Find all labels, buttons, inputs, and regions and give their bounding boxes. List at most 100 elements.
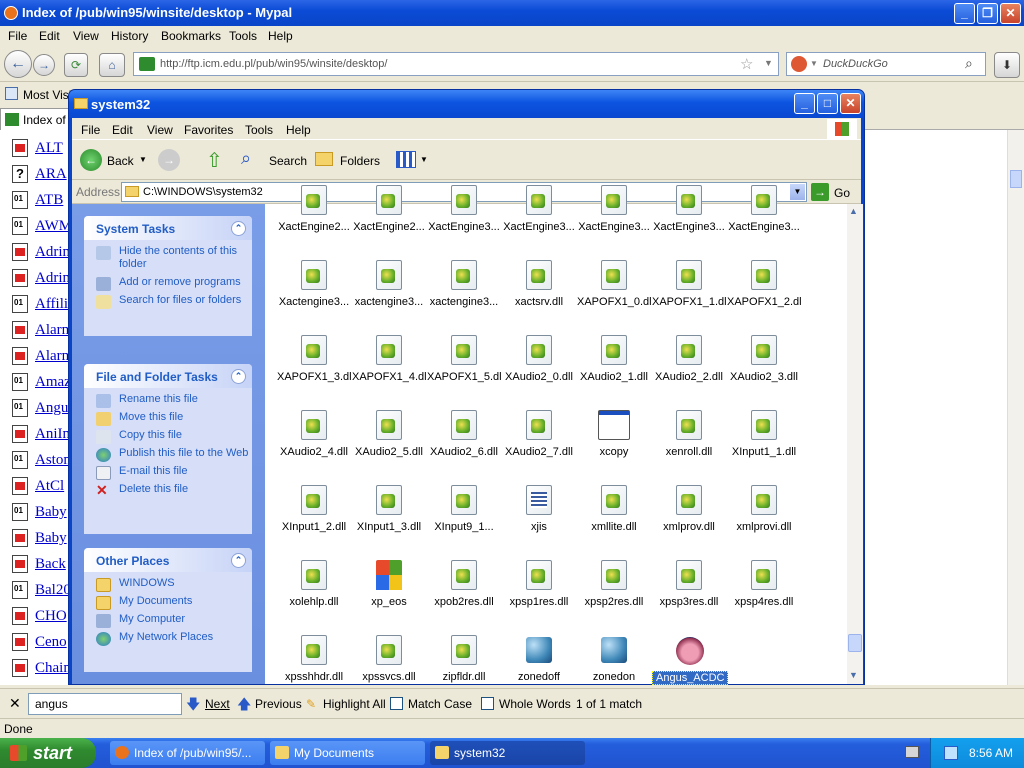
close-button[interactable]: ✕	[1000, 3, 1021, 24]
file-view-scrollbar[interactable]: ▲ ▼	[847, 204, 863, 684]
ex-menu-help[interactable]: Help	[286, 123, 311, 137]
menu-view[interactable]: View	[73, 29, 99, 43]
menu-edit[interactable]: Edit	[39, 29, 60, 43]
back-button[interactable]: Back	[107, 154, 134, 168]
file-item[interactable]: XAudio2_5.dll	[352, 410, 426, 458]
listing-link[interactable]: Back	[35, 556, 66, 573]
scroll-thumb[interactable]	[1010, 170, 1022, 188]
search-box[interactable]: ▼ DuckDuckGo ⌕	[786, 52, 986, 76]
file-item[interactable]: XAPOFX1_2.dll	[727, 260, 801, 308]
find-next-button[interactable]: Next	[205, 697, 230, 711]
file-item[interactable]: xpsp4res.dll	[727, 560, 801, 608]
file-item[interactable]: XactEngine3...	[727, 185, 801, 233]
explorer-maximize-button[interactable]: □	[817, 93, 838, 114]
forward-arrow-icon[interactable]: →	[33, 54, 55, 76]
file-item[interactable]: xolehlp.dll	[277, 560, 351, 608]
file-item[interactable]: xmlprov.dll	[652, 485, 726, 533]
listing-link[interactable]: AniIn	[35, 426, 70, 443]
file-item[interactable]: xactengine3...	[352, 260, 426, 308]
whole-words-checkbox[interactable]	[481, 697, 494, 710]
file-item[interactable]: xpsshhdr.dll	[277, 635, 351, 683]
back-icon[interactable]: ←	[80, 149, 102, 171]
bookmark-star-icon[interactable]: ☆	[740, 55, 753, 73]
find-input[interactable]: angus	[28, 693, 182, 715]
views-dropdown-icon[interactable]: ▼	[420, 155, 428, 164]
explorer-close-button[interactable]: ✕	[840, 93, 861, 114]
task-add-remove[interactable]: Add or remove programs	[84, 276, 252, 291]
menu-bookmarks[interactable]: Bookmarks	[161, 29, 221, 43]
listing-link[interactable]: ARA	[35, 166, 67, 183]
collapse-icon[interactable]: ⌃	[231, 369, 246, 384]
file-item[interactable]: XactEngine3...	[502, 185, 576, 233]
listing-link[interactable]: AtCl	[35, 478, 64, 495]
previous-arrow-icon[interactable]: 🡅	[237, 694, 251, 718]
keyboard-icon[interactable]	[905, 746, 919, 758]
file-item[interactable]: xpssvcs.dll	[352, 635, 426, 683]
file-scroll-thumb[interactable]	[848, 634, 862, 652]
tab-index[interactable]: Index of	[0, 108, 70, 130]
back-arrow-icon[interactable]: ←	[4, 50, 32, 78]
start-button[interactable]: start	[0, 738, 96, 768]
back-dropdown-icon[interactable]: ▼	[139, 155, 147, 164]
search-icon[interactable]: ⌕	[241, 148, 261, 168]
highlight-all-button[interactable]: Highlight All	[323, 697, 386, 711]
listing-link[interactable]: Bal20	[35, 582, 71, 599]
file-item[interactable]: xjis	[502, 485, 576, 533]
place-windows[interactable]: WINDOWS	[84, 577, 252, 592]
file-item[interactable]: XAudio2_7.dll	[502, 410, 576, 458]
system-tasks-header[interactable]: System Tasks ⌃	[84, 216, 252, 240]
file-item[interactable]: XAPOFX1_0.dll	[577, 260, 651, 308]
file-item[interactable]: XInput1_1.dll	[727, 410, 801, 458]
place-my-computer[interactable]: My Computer	[84, 613, 252, 628]
listing-link[interactable]: ALT	[35, 140, 63, 157]
go-button[interactable]: Go	[834, 186, 850, 200]
listing-link[interactable]: Aston	[35, 452, 71, 469]
taskbar-item-browser[interactable]: Index of /pub/win95/...	[110, 741, 265, 765]
file-item[interactable]: XactEngine3...	[427, 185, 501, 233]
menu-file[interactable]: File	[8, 29, 27, 43]
file-item[interactable]: XAudio2_1.dll	[577, 335, 651, 383]
task-copy[interactable]: Copy this file	[84, 429, 252, 444]
listing-link[interactable]: Amaz	[35, 374, 71, 391]
listing-link[interactable]: Adrin	[35, 270, 70, 287]
restore-button[interactable]: ❐	[977, 3, 998, 24]
file-item[interactable]: XactEngine3...	[577, 185, 651, 233]
task-hide-contents[interactable]: Hide the contents of this folder	[84, 245, 252, 271]
file-item[interactable]: zonedoff	[502, 635, 576, 683]
file-item[interactable]: XactEngine2...	[352, 185, 426, 233]
task-publish[interactable]: Publish this file to the Web	[84, 447, 252, 462]
file-item[interactable]: XactEngine2...	[277, 185, 351, 233]
ex-menu-favorites[interactable]: Favorites	[184, 123, 233, 137]
url-dropdown-icon[interactable]: ▼	[764, 58, 773, 68]
file-item[interactable]: xmllite.dll	[577, 485, 651, 533]
download-icon[interactable]: ⬇	[994, 52, 1020, 78]
file-item[interactable]: Angus_ACDC	[652, 635, 729, 688]
collapse-icon[interactable]: ⌃	[231, 221, 246, 236]
file-item[interactable]: xactengine3...	[427, 260, 501, 308]
find-previous-button[interactable]: Previous	[255, 697, 302, 711]
minimize-button[interactable]: _	[954, 3, 975, 24]
file-item[interactable]: XAPOFX1_1.dll	[652, 260, 726, 308]
other-places-header[interactable]: Other Places ⌃	[84, 548, 252, 572]
views-icon[interactable]	[396, 151, 416, 168]
explorer-minimize-button[interactable]: _	[794, 93, 815, 114]
file-item[interactable]: zonedon	[577, 635, 651, 683]
listing-link[interactable]: Ceno	[35, 634, 67, 651]
search-button[interactable]: Search	[269, 154, 307, 168]
close-find-icon[interactable]: ✕	[9, 695, 21, 712]
scroll-down-icon[interactable]: ▼	[849, 670, 858, 680]
file-item[interactable]: XAPOFX1_4.dll	[352, 335, 426, 383]
file-item[interactable]: xpob2res.dll	[427, 560, 501, 608]
listing-link[interactable]: Angu	[35, 400, 68, 417]
search-icon[interactable]: ⌕	[965, 55, 973, 72]
page-scrollbar[interactable]	[1007, 130, 1024, 685]
file-item[interactable]: xcopy	[577, 410, 651, 458]
file-item[interactable]: XAPOFX1_3.dll	[277, 335, 351, 383]
ex-menu-tools[interactable]: Tools	[245, 123, 273, 137]
listing-link[interactable]: Baby	[35, 530, 67, 547]
ex-menu-edit[interactable]: Edit	[112, 123, 133, 137]
file-item[interactable]: XAudio2_2.dll	[652, 335, 726, 383]
home-icon[interactable]: ⌂	[99, 53, 125, 77]
next-arrow-icon[interactable]: 🡇	[186, 694, 200, 718]
menu-history[interactable]: History	[111, 29, 148, 43]
